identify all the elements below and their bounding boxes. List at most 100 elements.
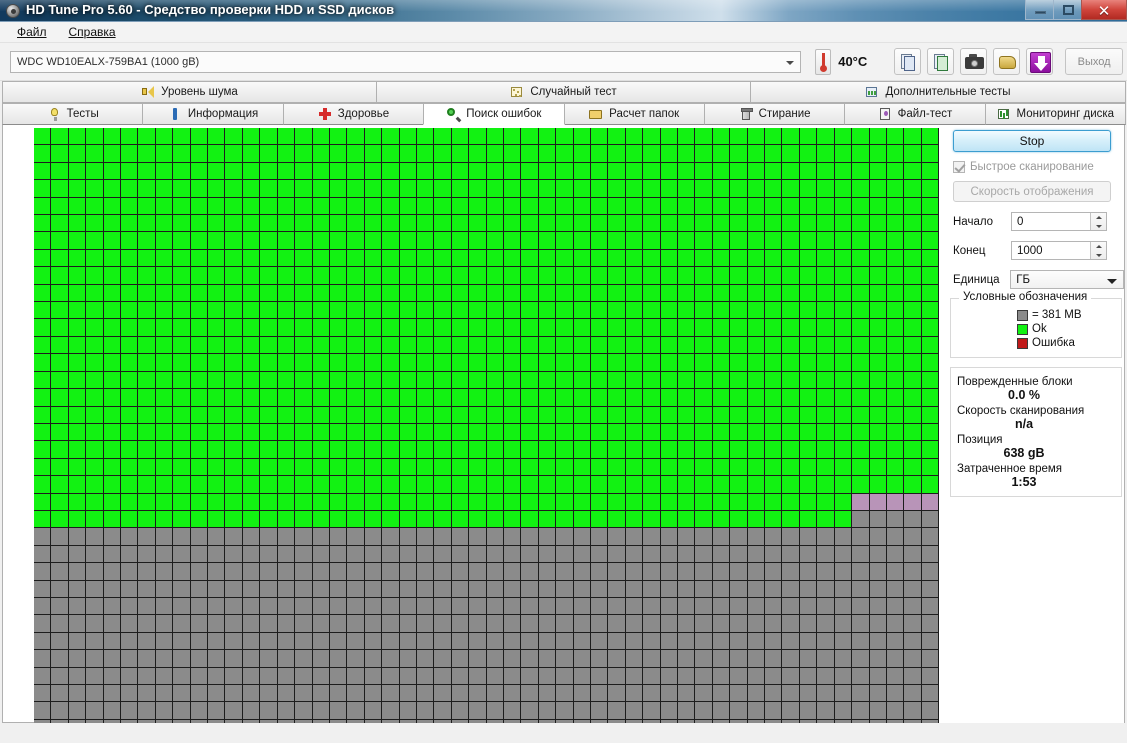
block-cell <box>469 667 487 685</box>
tab-erase[interactable]: Стирание <box>703 103 846 125</box>
block-cell <box>347 597 365 616</box>
block-cell <box>277 249 296 268</box>
block-cell <box>904 702 922 720</box>
block-cell <box>503 510 522 529</box>
block-cell <box>521 371 539 390</box>
start-stepper-up[interactable] <box>1091 213 1106 222</box>
minimize-button[interactable] <box>1025 0 1054 20</box>
block-cell <box>503 685 522 703</box>
block-cell <box>242 528 261 546</box>
end-label: Конец <box>953 244 986 257</box>
drive-select[interactable]: WDC WD10EALX-759BA1 (1000 gB) <box>10 50 802 73</box>
block-cell <box>364 336 383 355</box>
block-cell <box>921 145 940 163</box>
start-stepper-down[interactable] <box>1091 222 1106 231</box>
end-stepper-up[interactable] <box>1091 242 1106 251</box>
block-cell <box>469 545 487 564</box>
quick-scan-checkbox-row[interactable]: Быстрое сканирование <box>953 161 1124 173</box>
start-label: Начало <box>953 215 994 228</box>
maximize-button[interactable] <box>1053 0 1082 20</box>
block-cell <box>434 580 452 598</box>
block-cell <box>451 719 470 723</box>
start-input[interactable]: 0 <box>1011 212 1107 231</box>
quick-scan-checkbox[interactable] <box>953 161 965 173</box>
block-cell <box>712 545 731 564</box>
block-cell <box>869 667 887 685</box>
block-cell <box>886 563 905 581</box>
block-cell <box>190 406 209 424</box>
block-cell <box>364 702 383 720</box>
download-button[interactable] <box>1026 48 1054 75</box>
block-cell <box>799 615 818 633</box>
block-cell <box>451 180 470 198</box>
block-cell <box>451 667 470 685</box>
block-cell <box>712 719 731 723</box>
block-cell <box>538 128 557 146</box>
block-cell <box>347 580 365 598</box>
block-cell <box>86 650 104 668</box>
block-cell <box>469 406 487 424</box>
block-cell <box>155 702 174 720</box>
block-cell <box>68 580 87 598</box>
tab-health[interactable]: Здоровье <box>282 103 425 125</box>
block-cell <box>138 476 156 494</box>
block-cell <box>103 458 122 477</box>
block-cell <box>730 510 748 529</box>
tab-disk-monitor[interactable]: Мониторинг диска <box>984 103 1126 125</box>
block-cell <box>103 615 122 633</box>
tab-info[interactable]: Информация <box>142 103 284 125</box>
block-cell <box>730 632 748 651</box>
end-stepper[interactable] <box>1090 242 1106 259</box>
block-cell <box>591 458 609 477</box>
menu-item-help[interactable]: Справка <box>58 23 127 41</box>
tab-error-scan[interactable]: Поиск ошибок <box>423 103 565 125</box>
start-stepper[interactable] <box>1090 213 1106 230</box>
block-cell <box>86 145 104 163</box>
block-cell <box>730 441 748 459</box>
block-cell <box>869 319 887 337</box>
tab-extra-tests[interactable]: Дополнительные тесты <box>750 81 1126 103</box>
block-cell <box>712 389 731 407</box>
tab-folder-usage[interactable]: Расчет папок <box>563 103 705 125</box>
tab-random-access[interactable]: Случайный тест <box>376 81 751 103</box>
block-cell <box>799 267 818 285</box>
block-map[interactable] <box>34 128 940 723</box>
block-cell <box>503 667 522 685</box>
copy-excel-button[interactable] <box>927 48 955 75</box>
block-cell <box>817 180 835 198</box>
block-cell <box>591 615 609 633</box>
block-cell <box>103 145 122 163</box>
exit-button[interactable]: Выход <box>1065 48 1123 75</box>
menu-item-file[interactable]: Файл <box>6 23 58 41</box>
block-cell <box>608 563 626 581</box>
block-cell <box>138 145 156 163</box>
copy-button[interactable] <box>894 48 922 75</box>
legend-error-label: Ошибка <box>1032 337 1075 349</box>
block-cell <box>260 389 278 407</box>
block-cell <box>886 232 905 250</box>
block-cell <box>503 128 522 146</box>
unit-select[interactable]: ГБ <box>1010 270 1124 289</box>
block-cell <box>765 493 783 511</box>
hand-button[interactable] <box>993 48 1021 75</box>
stop-button[interactable]: Stop <box>953 130 1111 152</box>
block-cell <box>921 197 940 216</box>
block-cell <box>904 580 922 598</box>
tab-noise-level[interactable]: Уровень шума <box>2 81 377 103</box>
block-cell <box>869 528 887 546</box>
tab-file-benchmark[interactable]: Файл-тест <box>844 103 986 125</box>
end-input[interactable]: 1000 <box>1011 241 1107 260</box>
close-button[interactable]: ✕ <box>1081 0 1127 20</box>
block-cell <box>51 545 69 564</box>
block-cell <box>538 510 557 529</box>
health-cross-icon <box>318 107 332 121</box>
block-cell <box>173 406 191 424</box>
display-speed-button[interactable]: Скорость отображения <box>953 181 1111 202</box>
block-cell <box>277 215 296 233</box>
screenshot-button[interactable] <box>960 48 988 75</box>
end-stepper-down[interactable] <box>1091 251 1106 260</box>
block-cell <box>260 406 278 424</box>
block-cell <box>817 145 835 163</box>
block-cell <box>486 406 504 424</box>
tab-benchmark[interactable]: Тесты <box>2 103 144 125</box>
